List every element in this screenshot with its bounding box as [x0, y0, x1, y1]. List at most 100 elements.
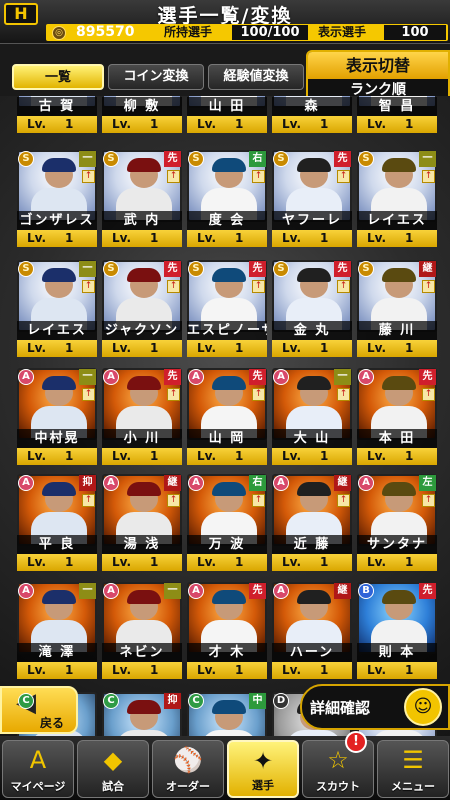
player-card[interactable]: S 先 ↑ エスピノーザLv. 1	[187, 260, 267, 358]
player-card[interactable]: C中	[187, 692, 267, 736]
level-prefix: Lv.	[282, 663, 302, 677]
rank-badge: A	[273, 583, 289, 599]
level-up-arrow-icon: ↑	[337, 170, 350, 183]
home-icon: A	[29, 746, 47, 774]
player-card[interactable]: S 先 ↑ ヤフーレ Lv. 1	[272, 150, 352, 248]
nav-game[interactable]: ◆ 試合	[77, 740, 149, 798]
level-prefix: Lv.	[367, 449, 387, 463]
level-prefix: Lv.	[197, 449, 217, 463]
player-card[interactable]: 森 Lv. 1	[272, 96, 352, 134]
rank-badge: A	[188, 475, 204, 491]
back-button-label: 戻る	[40, 716, 65, 730]
player-card[interactable]: 山 田 Lv. 1	[187, 96, 267, 134]
rank-badge: S	[358, 151, 374, 167]
player-card[interactable]: S 継 ↑ 藤 川 Lv. 1	[357, 260, 437, 358]
position-badge: 右	[249, 475, 266, 491]
player-name: 柳 敷	[102, 97, 182, 116]
player-name: 万 波	[187, 535, 267, 554]
player-card[interactable]: A 一 ↑ 中村晃 Lv. 1	[17, 368, 97, 466]
nav-mypage[interactable]: A マイページ	[2, 740, 74, 798]
player-card[interactable]: A 先 ↑ 小 川 Lv. 1	[102, 368, 182, 466]
tab-list[interactable]: 一覧	[12, 64, 104, 90]
player-card[interactable]: B 先則 本 Lv. 1	[357, 582, 437, 680]
rank-badge: A	[188, 583, 204, 599]
player-figure	[212, 590, 246, 604]
player-figure	[42, 268, 76, 282]
player-card[interactable]: A 先 ↑ 本 田 Lv. 1	[357, 368, 437, 466]
player-card[interactable]: S 先 ↑ ジャクソン Lv. 1	[102, 260, 182, 358]
player-card[interactable]: 柳 敷 Lv. 1	[102, 96, 182, 134]
player-card[interactable]: S 右 ↑ 度 会 Lv. 1	[187, 150, 267, 248]
nav-game-label: 試合	[102, 780, 124, 793]
player-name: 智 昌	[357, 97, 437, 116]
player-card[interactable]: S 先 ↑ 金 丸 Lv. 1	[272, 260, 352, 358]
player-name: 本 田	[357, 429, 437, 448]
level-prefix: Lv.	[27, 449, 47, 463]
position-badge: 先	[164, 261, 181, 277]
level-value: 1	[405, 231, 414, 245]
player-card[interactable]: S 一 ↑ ゴンザレス Lv. 1	[17, 150, 97, 248]
level-value: 1	[150, 555, 159, 569]
position-badge: 先	[164, 369, 181, 385]
player-level: Lv. 1	[357, 448, 437, 465]
player-name: 武 内	[102, 211, 182, 230]
level-prefix: Lv.	[367, 555, 387, 569]
level-value: 1	[235, 231, 244, 245]
nav-menu[interactable]: ☰ メニュー	[377, 740, 449, 798]
scout-notification-badge: !	[345, 731, 367, 753]
player-level: Lv. 1	[272, 116, 352, 133]
detail-check-button[interactable]: 詳細確認 ☺	[300, 684, 450, 730]
back-button[interactable]: ◀ 戻る	[0, 686, 78, 734]
position-badge: 継	[164, 475, 181, 491]
player-card[interactable]: A 一滝 澤 Lv. 1	[17, 582, 97, 680]
player-card[interactable]: A 左 ↑ サンタナ Lv. 1	[357, 474, 437, 572]
player-card[interactable]: A 継 ↑ 近 藤 Lv. 1	[272, 474, 352, 572]
position-badge: 右	[249, 151, 266, 167]
player-card[interactable]: A 右 ↑ 万 波 Lv. 1	[187, 474, 267, 572]
display-switch-button[interactable]: 表示切替 ランク順	[306, 50, 450, 102]
position-badge: 抑	[164, 693, 181, 709]
player-figure	[382, 590, 416, 604]
position-badge: 継	[334, 583, 351, 599]
nav-menu-label: メニュー	[391, 780, 435, 793]
player-name: サンタナ	[357, 535, 437, 554]
player-card[interactable]: A 一 ↑ 大 山 Lv. 1	[272, 368, 352, 466]
player-level: Lv. 1	[272, 448, 352, 465]
player-card[interactable]: S 一 ↑ レイエス Lv. 1	[17, 260, 97, 358]
player-name: 滝 澤	[17, 643, 97, 662]
player-card[interactable]: A 一ネビン Lv. 1	[102, 582, 182, 680]
player-card[interactable]: 古 賀 Lv. 1	[17, 96, 97, 134]
position-badge: 継	[419, 261, 436, 277]
rank-badge: S	[103, 151, 119, 167]
level-prefix: Lv.	[27, 231, 47, 245]
position-badge: 一	[79, 151, 96, 167]
position-badge: 先	[249, 583, 266, 599]
player-card[interactable]: S 先 ↑ 武 内 Lv. 1	[102, 150, 182, 248]
player-card[interactable]: A 継 ↑ 湯 浅 Lv. 1	[102, 474, 182, 572]
level-value: 1	[65, 449, 74, 463]
rank-badge: D	[273, 693, 289, 709]
player-card[interactable]: C抑	[102, 692, 182, 736]
player-figure	[42, 482, 76, 496]
level-value: 1	[65, 663, 74, 677]
level-value: 1	[150, 231, 159, 245]
player-card-grid[interactable]: 古 賀 Lv. 1 柳 敷 Lv. 1 山 田 Lv. 1 森 Lv. 1 智 昌 Lv. 1 S 一 ↑ ゴンザレ…	[0, 96, 450, 736]
level-prefix: Lv.	[282, 117, 302, 131]
player-card[interactable]: A 先才 木 Lv. 1	[187, 582, 267, 680]
player-card[interactable]: A 先 ↑ 山 岡 Lv. 1	[187, 368, 267, 466]
position-badge: 先	[419, 369, 436, 385]
player-card[interactable]: A 抑 ↑ 平 良 Lv. 1	[17, 474, 97, 572]
tab-coin-convert[interactable]: コイン変換	[108, 64, 204, 90]
player-card[interactable]: A 継ハーン Lv. 1	[272, 582, 352, 680]
player-card[interactable]: S 一 ↑ レイエス Lv. 1	[357, 150, 437, 248]
nav-players[interactable]: ✦ 選手	[227, 740, 299, 798]
level-up-arrow-icon: ↑	[422, 494, 435, 507]
level-up-arrow-icon: ↑	[252, 494, 265, 507]
player-card[interactable]: 智 昌 Lv. 1	[357, 96, 437, 134]
tab-exp-convert[interactable]: 経験値変換	[208, 64, 304, 90]
level-value: 1	[150, 341, 159, 355]
nav-order[interactable]: ⚾ オーダー	[152, 740, 224, 798]
player-name: 湯 浅	[102, 535, 182, 554]
level-prefix: Lv.	[282, 449, 302, 463]
player-level: Lv. 1	[17, 340, 97, 357]
